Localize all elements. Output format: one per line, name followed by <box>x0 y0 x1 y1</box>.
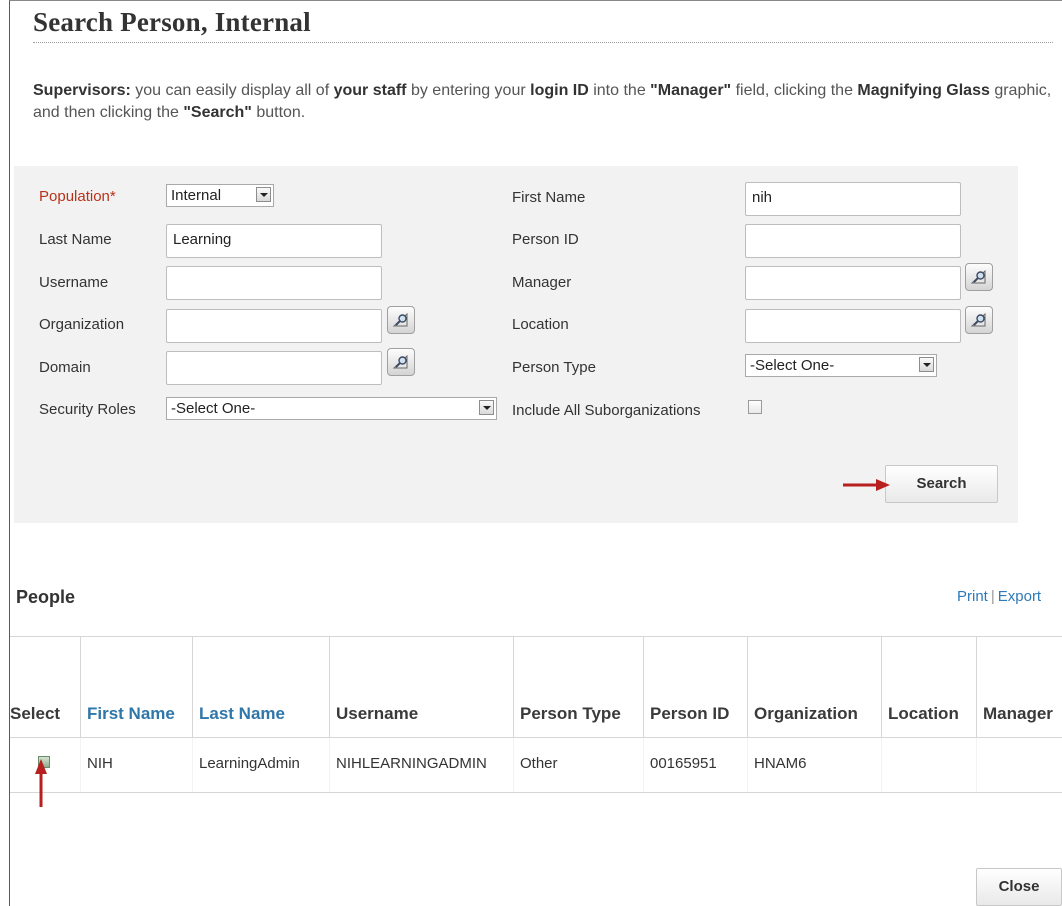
security-roles-value: -Select One- <box>171 400 256 417</box>
chevron-down-icon <box>256 187 271 202</box>
result-actions: Print | Export <box>957 588 1041 605</box>
people-table: Select First Name Last Name Username Per… <box>10 636 1062 793</box>
cell-first-name: NIH <box>80 737 193 793</box>
cell-organization: HNAM6 <box>747 737 882 793</box>
column-header-location: Location <box>881 636 977 738</box>
include-suborgs-checkbox[interactable] <box>748 400 762 414</box>
username-label: Username <box>39 274 109 291</box>
column-header-person-id: Person ID <box>643 636 748 738</box>
column-header-select: Select <box>10 636 81 738</box>
page-title: Search Person, Internal <box>33 7 311 37</box>
magnifying-glass-icon <box>970 312 986 327</box>
organization-lookup-button[interactable] <box>387 306 415 334</box>
close-button[interactable]: Close <box>976 868 1062 906</box>
magnifying-glass-icon <box>970 269 986 284</box>
cell-last-name: LearningAdmin <box>192 737 330 793</box>
last-name-input[interactable]: Learning <box>166 224 382 258</box>
column-header-last-name[interactable]: Last Name <box>192 636 330 738</box>
table-header-row: Select First Name Last Name Username Per… <box>10 636 1062 738</box>
organization-label: Organization <box>39 316 125 333</box>
magnifying-glass-icon <box>392 312 408 327</box>
person-type-label: Person Type <box>512 359 596 376</box>
search-button[interactable]: Search <box>885 465 998 503</box>
table-row: NIH LearningAdmin NIHLEARNINGADMIN Other… <box>10 737 1062 793</box>
people-section-title: People <box>16 587 76 607</box>
person-type-value: -Select One- <box>750 357 835 374</box>
person-type-select[interactable]: -Select One- <box>745 354 937 377</box>
chevron-down-icon <box>919 357 934 372</box>
manager-label: Manager <box>512 274 572 291</box>
export-link[interactable]: Export <box>998 588 1041 605</box>
security-roles-label: Security Roles <box>39 401 136 418</box>
cell-person-id: 00165951 <box>643 737 748 793</box>
location-label: Location <box>512 316 569 333</box>
cell-manager <box>976 737 1062 793</box>
chevron-down-icon <box>479 400 494 415</box>
title-divider <box>33 42 1053 43</box>
column-header-first-name[interactable]: First Name <box>80 636 193 738</box>
first-name-input[interactable]: nih <box>745 182 961 216</box>
annotation-arrow-up-icon <box>35 759 47 807</box>
domain-input[interactable] <box>166 351 382 385</box>
population-label: Population* <box>39 188 116 205</box>
column-header-username: Username <box>329 636 514 738</box>
intro-text: Supervisors: you can easily display all … <box>33 82 1052 121</box>
domain-label: Domain <box>39 359 91 376</box>
username-input[interactable] <box>166 266 382 300</box>
cell-location <box>881 737 977 793</box>
annotation-arrow-right-icon <box>843 479 890 491</box>
domain-lookup-button[interactable] <box>387 348 415 376</box>
link-separator: | <box>990 588 995 605</box>
column-header-manager: Manager <box>976 636 1062 738</box>
population-value: Internal <box>171 187 222 204</box>
person-id-label: Person ID <box>512 231 579 248</box>
location-input[interactable] <box>745 309 961 343</box>
location-lookup-button[interactable] <box>965 306 993 334</box>
manager-lookup-button[interactable] <box>965 263 993 291</box>
magnifying-glass-icon <box>392 354 408 369</box>
print-link[interactable]: Print <box>957 588 988 605</box>
search-form-panel: Population* Internal Last Name Learning … <box>14 166 1018 523</box>
cell-person-type: Other <box>513 737 644 793</box>
person-id-input[interactable] <box>745 224 961 258</box>
cell-username: NIHLEARNINGADMIN <box>329 737 514 793</box>
first-name-label: First Name <box>512 189 586 206</box>
column-header-person-type: Person Type <box>513 636 644 738</box>
last-name-label: Last Name <box>39 231 112 248</box>
security-roles-select[interactable]: -Select One- <box>166 397 497 420</box>
manager-input[interactable] <box>745 266 961 300</box>
column-header-organization: Organization <box>747 636 882 738</box>
organization-input[interactable] <box>166 309 382 343</box>
population-select[interactable]: Internal <box>166 184 274 207</box>
include-suborgs-label: Include All Suborganizations <box>512 402 701 419</box>
